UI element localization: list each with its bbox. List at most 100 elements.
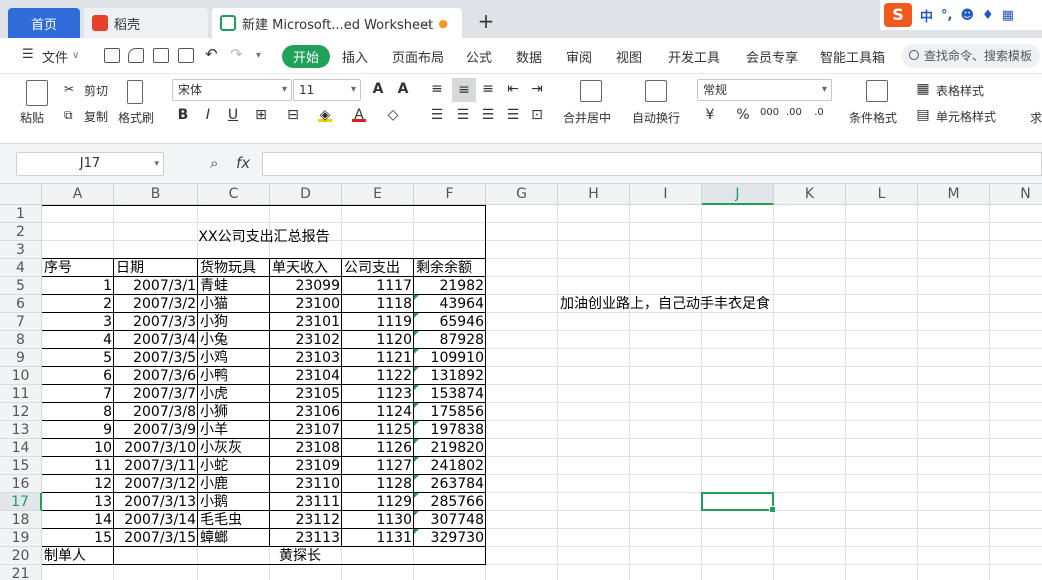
table-cell[interactable]: 青蛙 (198, 277, 270, 295)
row-header-19[interactable]: 19 (0, 529, 42, 547)
table-header-cell[interactable]: 货物玩具 (198, 259, 270, 277)
table-style-button[interactable]: 表格样式 (936, 82, 984, 99)
table-cell[interactable]: 1126 (342, 439, 414, 457)
underline-icon[interactable]: U (226, 108, 240, 122)
menu-formulas[interactable]: 公式 (466, 47, 492, 66)
table-cell[interactable]: 12 (42, 475, 114, 493)
table-cell[interactable]: 197838 (414, 421, 486, 439)
table-cell[interactable]: 毛毛虫 (198, 511, 270, 529)
table-cell[interactable]: 2007/3/12 (114, 475, 198, 493)
formula-input[interactable] (262, 152, 1042, 176)
tab-daoke[interactable]: 稻壳 (84, 8, 208, 38)
table-cell[interactable]: 23110 (270, 475, 342, 493)
merge-center-icon[interactable] (580, 80, 602, 102)
keyboard-icon[interactable]: ▦ (1002, 8, 1014, 23)
table-cell[interactable]: 3 (42, 313, 114, 331)
table-cell[interactable]: 13 (42, 493, 114, 511)
row-header-6[interactable]: 6 (0, 295, 42, 313)
row-header-16[interactable]: 16 (0, 475, 42, 493)
conditional-format-button[interactable]: 条件格式 (849, 109, 897, 126)
table-cell[interactable]: 2007/3/6 (114, 367, 198, 385)
table-cell[interactable]: 307748 (414, 511, 486, 529)
align-top-icon[interactable]: ≡ (430, 82, 444, 96)
table-cell[interactable]: 14 (42, 511, 114, 529)
menu-view[interactable]: 视图 (616, 47, 642, 66)
table-header-cell[interactable]: 剩余余额 (414, 259, 486, 277)
row-header-12[interactable]: 12 (0, 403, 42, 421)
table-cell[interactable]: 2007/3/13 (114, 493, 198, 511)
table-cell[interactable]: 小虎 (198, 385, 270, 403)
table-cell[interactable]: 1131 (342, 529, 414, 547)
font-size-select[interactable]: 11 (293, 79, 361, 101)
row-header-5[interactable]: 5 (0, 277, 42, 295)
table-cell[interactable]: 2 (42, 295, 114, 313)
sum-button[interactable]: 求 (1030, 109, 1042, 126)
row-header-3[interactable]: 3 (0, 241, 42, 259)
fill-color-icon[interactable]: ◈ (318, 108, 332, 122)
row-header-11[interactable]: 11 (0, 385, 42, 403)
preparer-label[interactable]: 制单人 (42, 547, 114, 565)
wrap-text-icon[interactable] (645, 80, 667, 102)
table-cell[interactable]: 1119 (342, 313, 414, 331)
table-cell[interactable]: 131892 (414, 367, 486, 385)
menu-file[interactable]: 文件 (42, 47, 68, 66)
select-all-corner[interactable] (0, 184, 42, 205)
table-cell[interactable]: 2007/3/8 (114, 403, 198, 421)
table-cell[interactable]: 小狗 (198, 313, 270, 331)
table-cell[interactable]: 小兔 (198, 331, 270, 349)
table-cell[interactable]: 10 (42, 439, 114, 457)
table-cell[interactable]: 23111 (270, 493, 342, 511)
table-cell[interactable]: 小鹿 (198, 475, 270, 493)
table-header-cell[interactable]: 公司支出 (342, 259, 414, 277)
table-cell[interactable]: 1 (42, 277, 114, 295)
preparer-name[interactable]: 黄探长 (114, 547, 486, 565)
table-cell[interactable]: 1125 (342, 421, 414, 439)
table-cell[interactable]: 329730 (414, 529, 486, 547)
copy-icon[interactable]: ⧉ (64, 108, 73, 123)
table-cell[interactable]: 小鹅 (198, 493, 270, 511)
table-cell[interactable]: 43964 (414, 295, 486, 313)
distributed-icon[interactable]: ⊡ (530, 108, 544, 122)
table-cell[interactable]: 23108 (270, 439, 342, 457)
cell-style-button[interactable]: 单元格样式 (936, 108, 996, 125)
font-color-icon[interactable]: A (352, 108, 366, 122)
table-cell[interactable]: 小羊 (198, 421, 270, 439)
table-cell[interactable]: 1122 (342, 367, 414, 385)
tab-worksheet[interactable]: 新建 Microsoft...ed Worksheet ▭ ● (212, 8, 462, 38)
table-cell[interactable]: 小灰灰 (198, 439, 270, 457)
table-cell[interactable]: 小蛇 (198, 457, 270, 475)
table-cell[interactable]: 2007/3/3 (114, 313, 198, 331)
new-tab-button[interactable]: + (474, 10, 498, 34)
table-cell[interactable]: 23102 (270, 331, 342, 349)
italic-icon[interactable]: I (201, 108, 215, 122)
paste-button[interactable]: 粘贴 (20, 109, 44, 126)
ime-mode[interactable]: 中 (920, 6, 933, 25)
print-icon[interactable] (153, 48, 169, 63)
column-header-N[interactable]: N (990, 184, 1042, 205)
menu-page-layout[interactable]: 页面布局 (392, 47, 444, 66)
table-cell[interactable]: 23112 (270, 511, 342, 529)
fx-icon[interactable]: fx (236, 154, 250, 172)
align-right-icon[interactable]: ☰ (481, 108, 495, 122)
save-icon[interactable] (104, 48, 120, 63)
monitor-icon[interactable]: ▭ (422, 17, 432, 30)
increase-font-icon[interactable]: A (370, 82, 386, 96)
table-header-cell[interactable]: 序号 (42, 259, 114, 277)
table-cell[interactable]: 1130 (342, 511, 414, 529)
align-center-icon[interactable]: ☰ (456, 108, 470, 122)
row-header-1[interactable]: 1 (0, 205, 42, 223)
table-cell[interactable]: 2007/3/14 (114, 511, 198, 529)
column-header-C[interactable]: C (198, 184, 270, 205)
cut-button[interactable]: 剪切 (84, 82, 108, 99)
align-left-icon[interactable]: ☰ (430, 108, 444, 122)
row-header-17[interactable]: 17 (0, 493, 42, 511)
table-cell[interactable]: 241802 (414, 457, 486, 475)
row-header-14[interactable]: 14 (0, 439, 42, 457)
unsaved-dot-icon[interactable]: ● (438, 17, 448, 30)
quick-access-more-icon[interactable]: ▾ (256, 50, 261, 61)
menu-data[interactable]: 数据 (516, 47, 542, 66)
copy-button[interactable]: 复制 (84, 108, 108, 125)
table-cell[interactable]: 1121 (342, 349, 414, 367)
name-box[interactable]: J17 (16, 152, 164, 176)
emoji-icon[interactable]: ☻ (960, 8, 974, 23)
